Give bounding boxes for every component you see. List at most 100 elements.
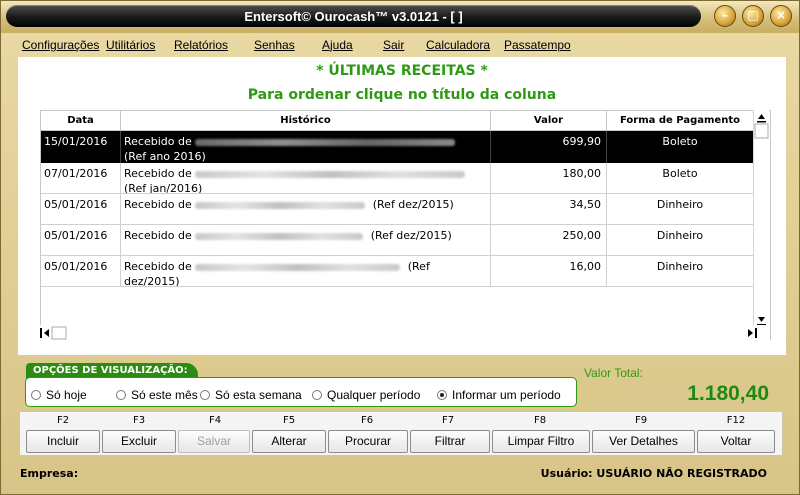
cell-forma-pagamento: Boleto [607,131,754,163]
table-row[interactable]: 05/01/2016 Recebido de (Ref dez/2015) 34… [41,194,754,224]
cell-forma-pagamento: Dinheiro [607,256,754,286]
cell-historico-ref: (Ref dez/2015) [370,229,452,242]
cell-valor: 34,50 [491,194,607,224]
menu-utilitarios[interactable]: Utilitários [106,38,155,52]
cell-historico-prefix: Recebido de [124,229,192,242]
menu-sair[interactable]: Sair [383,38,404,52]
cell-data: 15/01/2016 [41,131,121,163]
radio-button-icon[interactable] [312,390,322,400]
cell-valor: 250,00 [491,225,607,255]
radio-button-selected-icon[interactable] [437,390,447,400]
cell-historico-ref: (Ref dez/2015) [372,198,454,211]
incluir-button[interactable]: Incluir [26,430,100,453]
radio-label: Informar um período [452,388,561,402]
usuario-label: Usuário: USUÁRIO NÃO REGISTRADO [540,467,767,480]
radio-label: Só este mês [131,388,198,402]
page-subtitle: Para ordenar clique no título da coluna [247,87,557,103]
salvar-button[interactable]: Salvar [178,430,250,453]
table-row[interactable]: 05/01/2016 Recebido de (Ref dez/2015) 16… [41,256,754,288]
status-bar: Empresa: Usuário: USUÁRIO NÃO REGISTRADO [7,462,795,482]
radio-so-este-mes[interactable]: Só este mês [116,388,198,402]
menu-relatorios[interactable]: Relatórios [174,38,228,52]
title-bar[interactable]: Entersoft© Ourocash™ v3.0121 - [ ] – □ × [1,1,799,33]
title-pill: Entersoft© Ourocash™ v3.0121 - [ ] [6,5,701,27]
cell-forma-pagamento: Dinheiro [607,225,754,255]
redacted-name [195,263,401,271]
radio-so-hoje[interactable]: Só hoje [31,388,87,402]
total-label: Valor Total: [584,366,643,380]
column-header-forma-pagamento[interactable]: Forma de Pagamento [607,111,754,131]
cell-historico-ref: (Ref ano 2016) [124,150,206,163]
cell-data: 05/01/2016 [41,225,121,255]
main-panel: * ÚLTIMAS RECEITAS * Para ordenar clique… [18,57,786,355]
filtrar-button[interactable]: Filtrar [410,430,490,453]
radio-button-icon[interactable] [116,390,126,400]
fkey-label: F7 [441,415,455,426]
cell-historico: Recebido de (Ref jan/2016) [121,163,491,195]
procurar-button[interactable]: Procurar [328,430,408,453]
horizontal-scrollbar[interactable] [40,325,770,341]
fkey-label: F6 [360,415,374,426]
cell-historico-prefix: Recebido de [124,135,192,148]
cell-valor: 699,90 [491,131,607,163]
cell-historico: Recebido de (Ref dez/2015) [121,225,491,255]
limpar-filtro-button[interactable]: Limpar Filtro [492,430,590,453]
menu-bar: Configurações Utilitários Relatórios Sen… [7,35,795,55]
menu-senhas[interactable]: Senhas [254,38,295,52]
ver-detalhes-button[interactable]: Ver Detalhes [592,430,695,453]
menu-configuracoes[interactable]: Configurações [22,38,99,52]
menu-calculadora[interactable]: Calculadora [426,38,490,52]
column-header-historico[interactable]: Histórico [121,111,491,131]
cell-valor: 16,00 [491,256,607,286]
vertical-scrollbar[interactable] [753,110,769,338]
table-row[interactable]: 15/01/2016 Recebido de (Ref ano 2016) 69… [41,131,754,163]
row-divider [41,286,754,287]
minimize-icon[interactable]: – [714,5,736,27]
table-row[interactable]: 07/01/2016 Recebido de (Ref jan/2016) 18… [41,163,754,195]
fkey-label: F12 [726,415,746,426]
table-row[interactable]: 05/01/2016 Recebido de (Ref dez/2015) 25… [41,225,754,255]
cell-data: 05/01/2016 [41,256,121,286]
window-title: Entersoft© Ourocash™ v3.0121 - [ ] [244,9,463,24]
column-header-data[interactable]: Data [41,111,121,131]
column-header-valor[interactable]: Valor [491,111,607,131]
menu-passatempo[interactable]: Passatempo [504,38,571,52]
empresa-label: Empresa: [20,467,79,480]
cell-data: 07/01/2016 [41,163,121,193]
radio-so-esta-semana[interactable]: Só esta semana [200,388,302,402]
fkey-label: F3 [132,415,146,426]
redacted-name [195,170,466,178]
radio-label: Só hoje [46,388,87,402]
total-value: 1.180,40 [687,382,769,405]
cell-forma-pagamento: Dinheiro [607,194,754,224]
redacted-name [195,138,456,146]
app-window: Entersoft© Ourocash™ v3.0121 - [ ] – □ ×… [0,0,800,495]
redacted-name [195,201,366,209]
menu-ajuda[interactable]: Ajuda [322,38,353,52]
radio-label: Qualquer período [327,388,421,402]
radio-qualquer-periodo[interactable]: Qualquer período [312,388,420,402]
maximize-icon[interactable]: □ [742,5,764,27]
radio-button-icon[interactable] [31,390,41,400]
cell-valor: 180,00 [491,163,607,193]
redacted-name [195,232,364,240]
cell-historico: Recebido de (Ref dez/2015) [121,194,491,224]
page-title: * ÚLTIMAS RECEITAS * [316,63,488,79]
cell-historico-prefix: Recebido de [124,260,192,273]
close-icon[interactable]: × [770,5,792,27]
radio-label: Só esta semana [215,388,302,402]
fkey-label: F2 [56,415,70,426]
receipts-table: Data Histórico Valor Forma de Pagamento … [40,110,771,340]
fkey-label: F9 [634,415,648,426]
fkey-label: F5 [282,415,296,426]
excluir-button[interactable]: Excluir [102,430,176,453]
cell-historico: Recebido de (Ref ano 2016) [121,131,491,163]
cell-historico: Recebido de (Ref dez/2015) [121,256,491,288]
fkey-label: F4 [208,415,222,426]
voltar-button[interactable]: Voltar [697,430,775,453]
cell-historico-prefix: Recebido de [124,198,192,211]
radio-button-icon[interactable] [200,390,210,400]
radio-informar-periodo[interactable]: Informar um período [437,388,561,402]
cell-historico-prefix: Recebido de [124,167,192,180]
alterar-button[interactable]: Alterar [252,430,326,453]
